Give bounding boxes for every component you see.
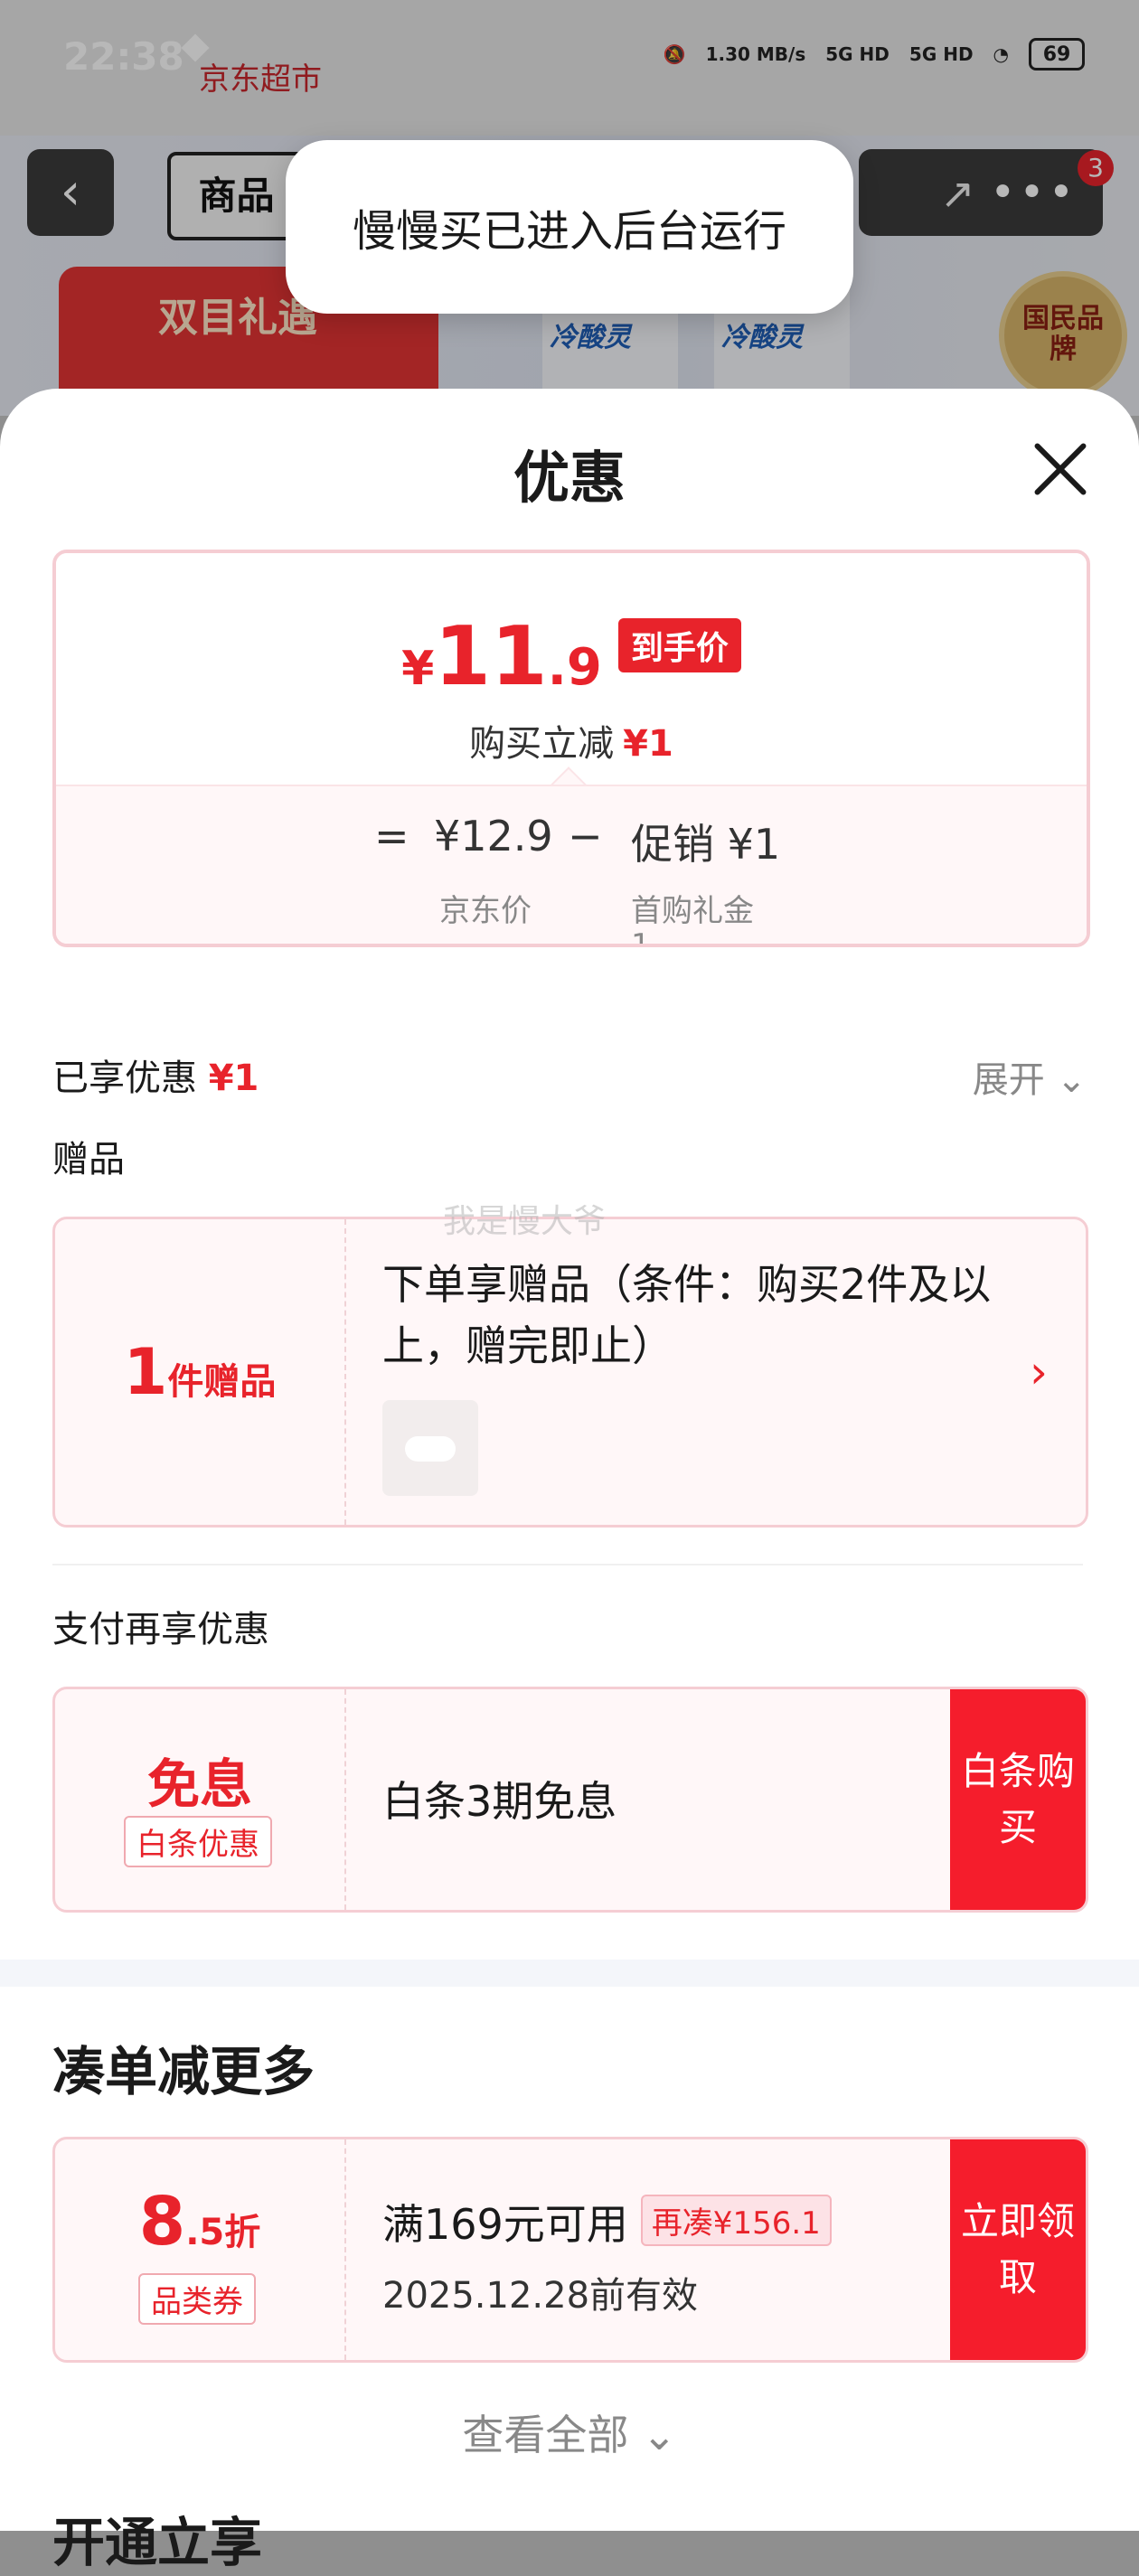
- toast: 慢慢买已进入后台运行: [286, 140, 853, 314]
- price-currency: ¥: [401, 642, 435, 696]
- expand-button[interactable]: 展开 ⌄: [973, 1050, 1087, 1103]
- price-integer: 11: [434, 609, 548, 704]
- final-price: ¥11.9 到手价: [56, 609, 1087, 704]
- enjoyed-amount: ¥1: [208, 1058, 259, 1099]
- coupon-validity: 2025.12.28前有效: [382, 2275, 699, 2317]
- enjoyed-discount: 已享优惠 ¥1: [52, 1048, 259, 1101]
- divider: [52, 1564, 1083, 1565]
- instant-discount-label: 购买立减: [469, 723, 615, 765]
- view-all-label: 查看全部: [462, 2411, 629, 2459]
- promo-amount: 促销 ¥1: [631, 820, 781, 869]
- baitiao-description: 白条3期免息: [382, 1777, 617, 1826]
- enjoyed-label: 已享优惠: [52, 1058, 197, 1099]
- coupon-discount: 8.5折: [55, 2183, 344, 2261]
- gift-thumbnail: [382, 1400, 478, 1496]
- expand-label: 展开: [972, 1059, 1045, 1101]
- watermark: 我是慢大爷: [443, 1203, 607, 1240]
- base-price: ¥12.9: [434, 812, 553, 860]
- pay-section-label: 支付再享优惠: [52, 1609, 269, 1650]
- coupon-type-tag: 品类券: [138, 2273, 256, 2325]
- coupon-card: 8.5折 品类券 满169元可用 再凑¥156.1 2025.12.28前有效 立…: [52, 2137, 1088, 2363]
- gift-count: 1件赠品: [55, 1335, 344, 1409]
- coupon-discount-int: 8: [138, 2183, 186, 2261]
- chevron-down-icon: ⌄: [642, 2411, 677, 2459]
- final-price-tag: 到手价: [617, 618, 741, 672]
- section-gap: [0, 1960, 1139, 1987]
- claim-coupon-button[interactable]: 立即领取: [950, 2139, 1086, 2360]
- instant-discount-amount: ¥1: [623, 723, 673, 765]
- coupon-condition: 满169元可用 再凑¥156.1: [382, 2192, 832, 2252]
- discount-sheet: 优惠 ¥11.9 到手价 购买立减 ¥1 = ¥12.9 − 促销 ¥1 京东价 首…: [0, 389, 1139, 2573]
- more-discount-title: 凑单减更多: [52, 2041, 315, 2102]
- gift-count-unit: 件赠品: [167, 1361, 277, 1403]
- baitiao-tag: 白条优惠: [124, 1816, 272, 1867]
- instant-discount: 购买立减 ¥1: [56, 714, 1087, 766]
- gift-description: 下单享赠品（条件：购买2件及以上，赠完即止）: [382, 1260, 992, 1370]
- promo-caption: 首购礼金: [631, 893, 754, 929]
- chevron-right-icon: ›: [1030, 1346, 1048, 1398]
- price-breakdown: = ¥12.9 − 促销 ¥1 京东价 首购礼金 1: [56, 785, 1087, 947]
- baitiao-card: 免息 白条优惠 白条3期免息 白条购买: [52, 1687, 1088, 1913]
- minus-sign: −: [568, 812, 603, 860]
- close-icon[interactable]: [1031, 439, 1090, 499]
- chevron-down-icon: ⌄: [1056, 1059, 1087, 1101]
- view-all-button[interactable]: 查看全部 ⌄: [0, 2402, 1139, 2462]
- coupon-value-panel: 8.5折 品类券: [55, 2139, 346, 2360]
- coupon-condition-text: 满169元可用: [382, 2200, 628, 2249]
- baitiao-panel: 免息 白条优惠: [55, 1689, 346, 1910]
- gift-count-number: 1: [123, 1335, 168, 1409]
- base-price-caption: 京东价: [439, 893, 532, 929]
- coupon-discount-unit: .5折: [185, 2212, 261, 2253]
- price-card: ¥11.9 到手价 购买立减 ¥1 = ¥12.9 − 促销 ¥1 京东价 首购礼金…: [52, 550, 1090, 947]
- interest-free-label: 免息: [146, 1753, 252, 1815]
- price-summary: ¥11.9 到手价 购买立减 ¥1: [56, 553, 1087, 785]
- gift-section-label: 赠品: [52, 1139, 125, 1180]
- gift-card[interactable]: 1件赠品 下单享赠品（条件：购买2件及以上，赠完即止） ›: [52, 1217, 1088, 1528]
- equals-sign: =: [374, 812, 409, 860]
- next-section-title: 开通立享: [52, 2512, 263, 2573]
- coupon-remaining-chip: 再凑¥156.1: [640, 2195, 832, 2246]
- baitiao-buy-button[interactable]: 白条购买: [950, 1689, 1086, 1910]
- promo-caption-value: 1: [631, 927, 651, 947]
- gift-count-panel: 1件赠品: [55, 1219, 346, 1525]
- sheet-title: 优惠: [513, 445, 626, 511]
- price-decimal: .9: [547, 638, 602, 697]
